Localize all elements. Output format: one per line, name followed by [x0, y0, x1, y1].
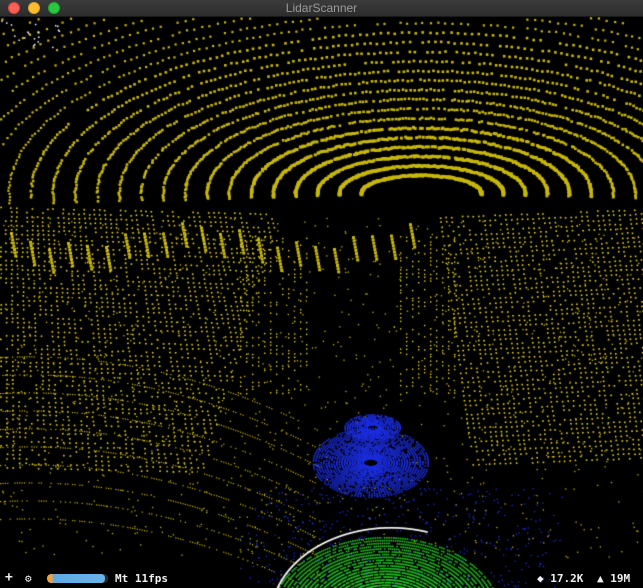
fps-readout: Mt 11fps — [115, 572, 168, 585]
titlebar[interactable]: LidarScanner — [0, 0, 643, 17]
load-progress-bar — [47, 574, 108, 583]
status-hud: + ⚙ Mt 11fps ◆ 17.2K ▲ 19M — [0, 570, 643, 588]
app-window: LidarScanner + ⚙ Mt 11fps ◆ 17.2K ▲ 19M — [0, 0, 643, 588]
load-progress-fill — [47, 574, 105, 583]
point-count-readout: ◆ 17.2K — [537, 572, 584, 585]
add-button[interactable]: + — [5, 571, 13, 585]
gear-icon[interactable]: ⚙ — [25, 572, 32, 585]
memory-readout: ▲ 19M — [597, 572, 631, 585]
window-title: LidarScanner — [285, 1, 358, 15]
point-cloud-viewport[interactable]: + ⚙ Mt 11fps ◆ 17.2K ▲ 19M — [0, 17, 643, 588]
point-cloud-canvas[interactable] — [0, 17, 643, 588]
